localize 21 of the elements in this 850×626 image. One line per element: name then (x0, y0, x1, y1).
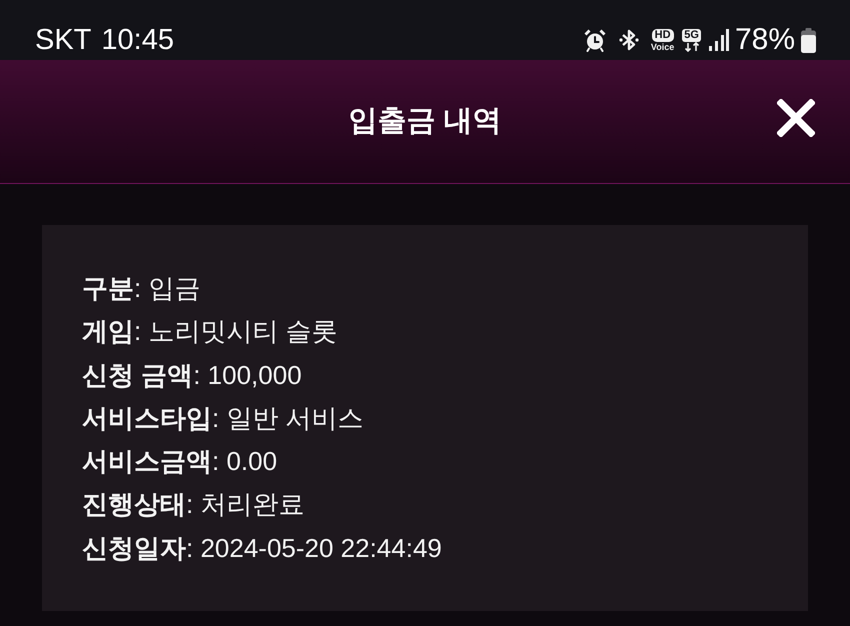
detail-line: 신청 금액: 100,000 (82, 358, 303, 392)
clock-time: 10:45 (101, 26, 174, 54)
detail-line: 서비스타입: 일반 서비스 (82, 402, 365, 435)
carrier-label: SKT (35, 26, 92, 54)
detail-line: 신청일자: 2024-05-20 22:44:49 (82, 532, 443, 565)
bluetooth-icon (616, 28, 641, 52)
up-down-arrows-icon (684, 42, 700, 52)
battery-percentage: 78% (734, 25, 795, 55)
alarm-clock-icon (582, 28, 607, 52)
detail-line: 진행상태: 처리완료 (82, 488, 306, 522)
close-icon (777, 99, 815, 137)
detail-line: 서비스금액: 0.00 (82, 445, 278, 478)
page-title: 입출금 내역 (348, 104, 502, 139)
close-button[interactable] (776, 98, 816, 138)
detail-line: 구분: 입금 (82, 272, 202, 305)
detail-line: 게임: 노리밋시티 슬롯 (82, 315, 339, 348)
voice-label: Voice (650, 42, 674, 52)
signal-strength-icon (708, 29, 729, 51)
battery-icon (801, 28, 816, 52)
network-type-badge: 5G (682, 28, 701, 42)
hd-badge: HD (652, 28, 674, 42)
